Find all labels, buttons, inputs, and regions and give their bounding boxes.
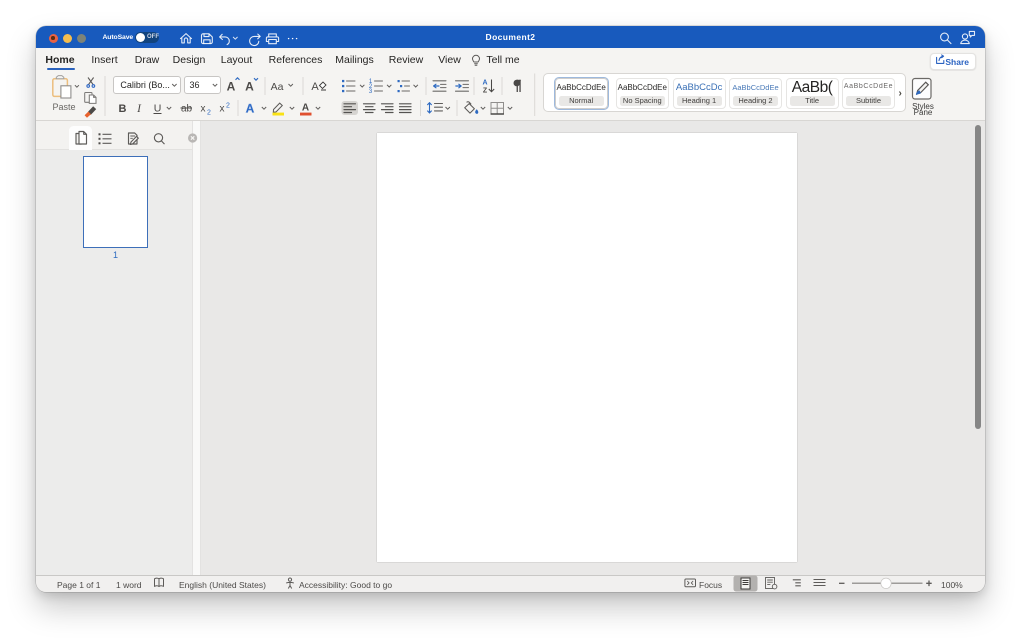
svg-text:2: 2 (226, 103, 230, 110)
svg-text:Aa: Aa (271, 81, 284, 93)
svg-text:2: 2 (207, 110, 211, 117)
svg-text:A: A (311, 81, 319, 93)
svg-text:U: U (154, 103, 162, 115)
svg-text:x: x (220, 104, 225, 115)
svg-text:B: B (119, 103, 127, 115)
svg-text:Z: Z (483, 88, 488, 95)
svg-text:3: 3 (369, 89, 373, 95)
svg-text:I: I (136, 103, 142, 115)
svg-text:A: A (245, 80, 254, 94)
svg-text:A: A (246, 102, 255, 116)
svg-text:x: x (201, 104, 206, 115)
svg-text:ab: ab (181, 104, 193, 115)
svg-text:A: A (227, 80, 236, 94)
svg-text:A: A (302, 103, 309, 114)
svg-text:A: A (482, 80, 487, 87)
